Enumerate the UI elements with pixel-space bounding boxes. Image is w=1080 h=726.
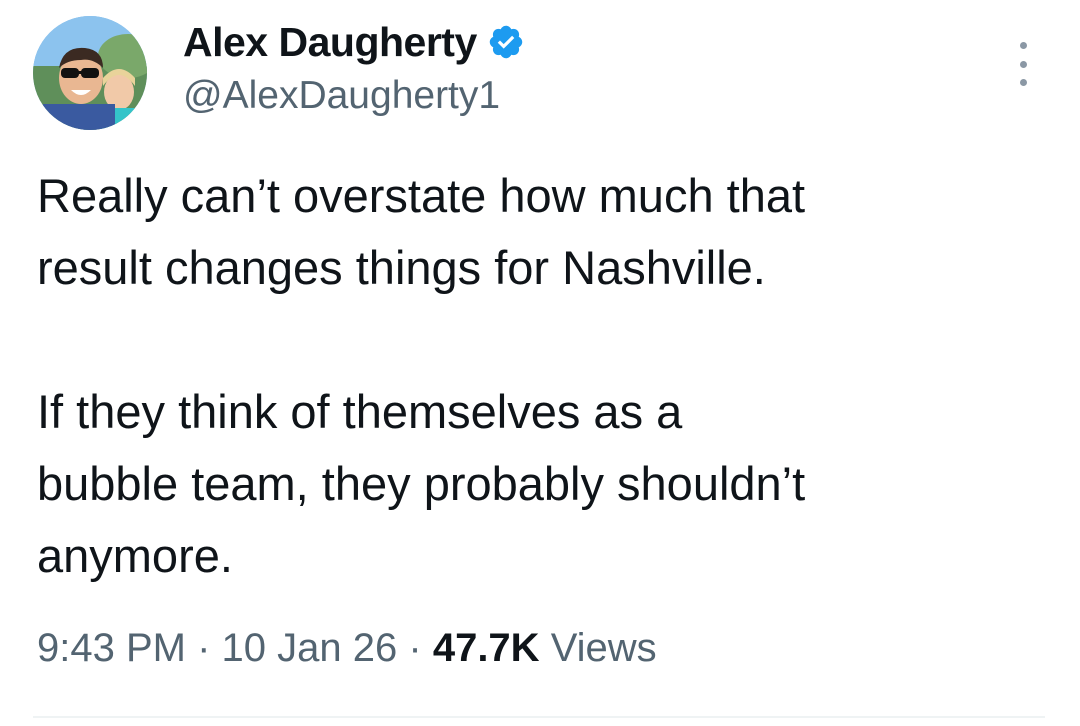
author-handle[interactable]: @AlexDaugherty1 [183,74,500,118]
author-display-name[interactable]: Alex Daugherty [183,19,477,66]
verified-badge-icon [487,23,525,61]
tweet-date[interactable]: 10 Jan 26 [222,626,398,670]
tweet-text-line: anymore. [37,529,233,582]
tweet-text-line: result changes things for Nashville. [37,241,766,294]
profile-photo-icon [33,16,147,130]
meta-separator: · [408,626,422,670]
tweet-text-line: Really can’t overstate how much that [37,169,806,222]
more-icon[interactable] [1010,42,1036,86]
tweet-text-line: If they think of themselves as a [37,385,683,438]
avatar[interactable] [33,16,147,130]
more-dot [1019,79,1027,86]
views-count[interactable]: 47.7K [433,626,540,670]
divider [33,716,1045,718]
author-name-row: Alex Daugherty [183,14,525,70]
tweet-text: Really can’t overstate how much that res… [37,160,1047,592]
more-dot [1019,60,1027,68]
tweet: Alex Daugherty @AlexDaugherty1 Really ca… [0,0,1080,726]
more-dot [1019,42,1027,49]
tweet-text-line: bubble team, they probably shouldn’t [37,457,806,510]
tweet-meta: 9:43 PM · 10 Jan 26 · 47.7K Views [37,626,657,671]
tweet-time[interactable]: 9:43 PM [37,626,186,670]
meta-separator: · [197,626,211,670]
views-label: Views [550,626,657,670]
